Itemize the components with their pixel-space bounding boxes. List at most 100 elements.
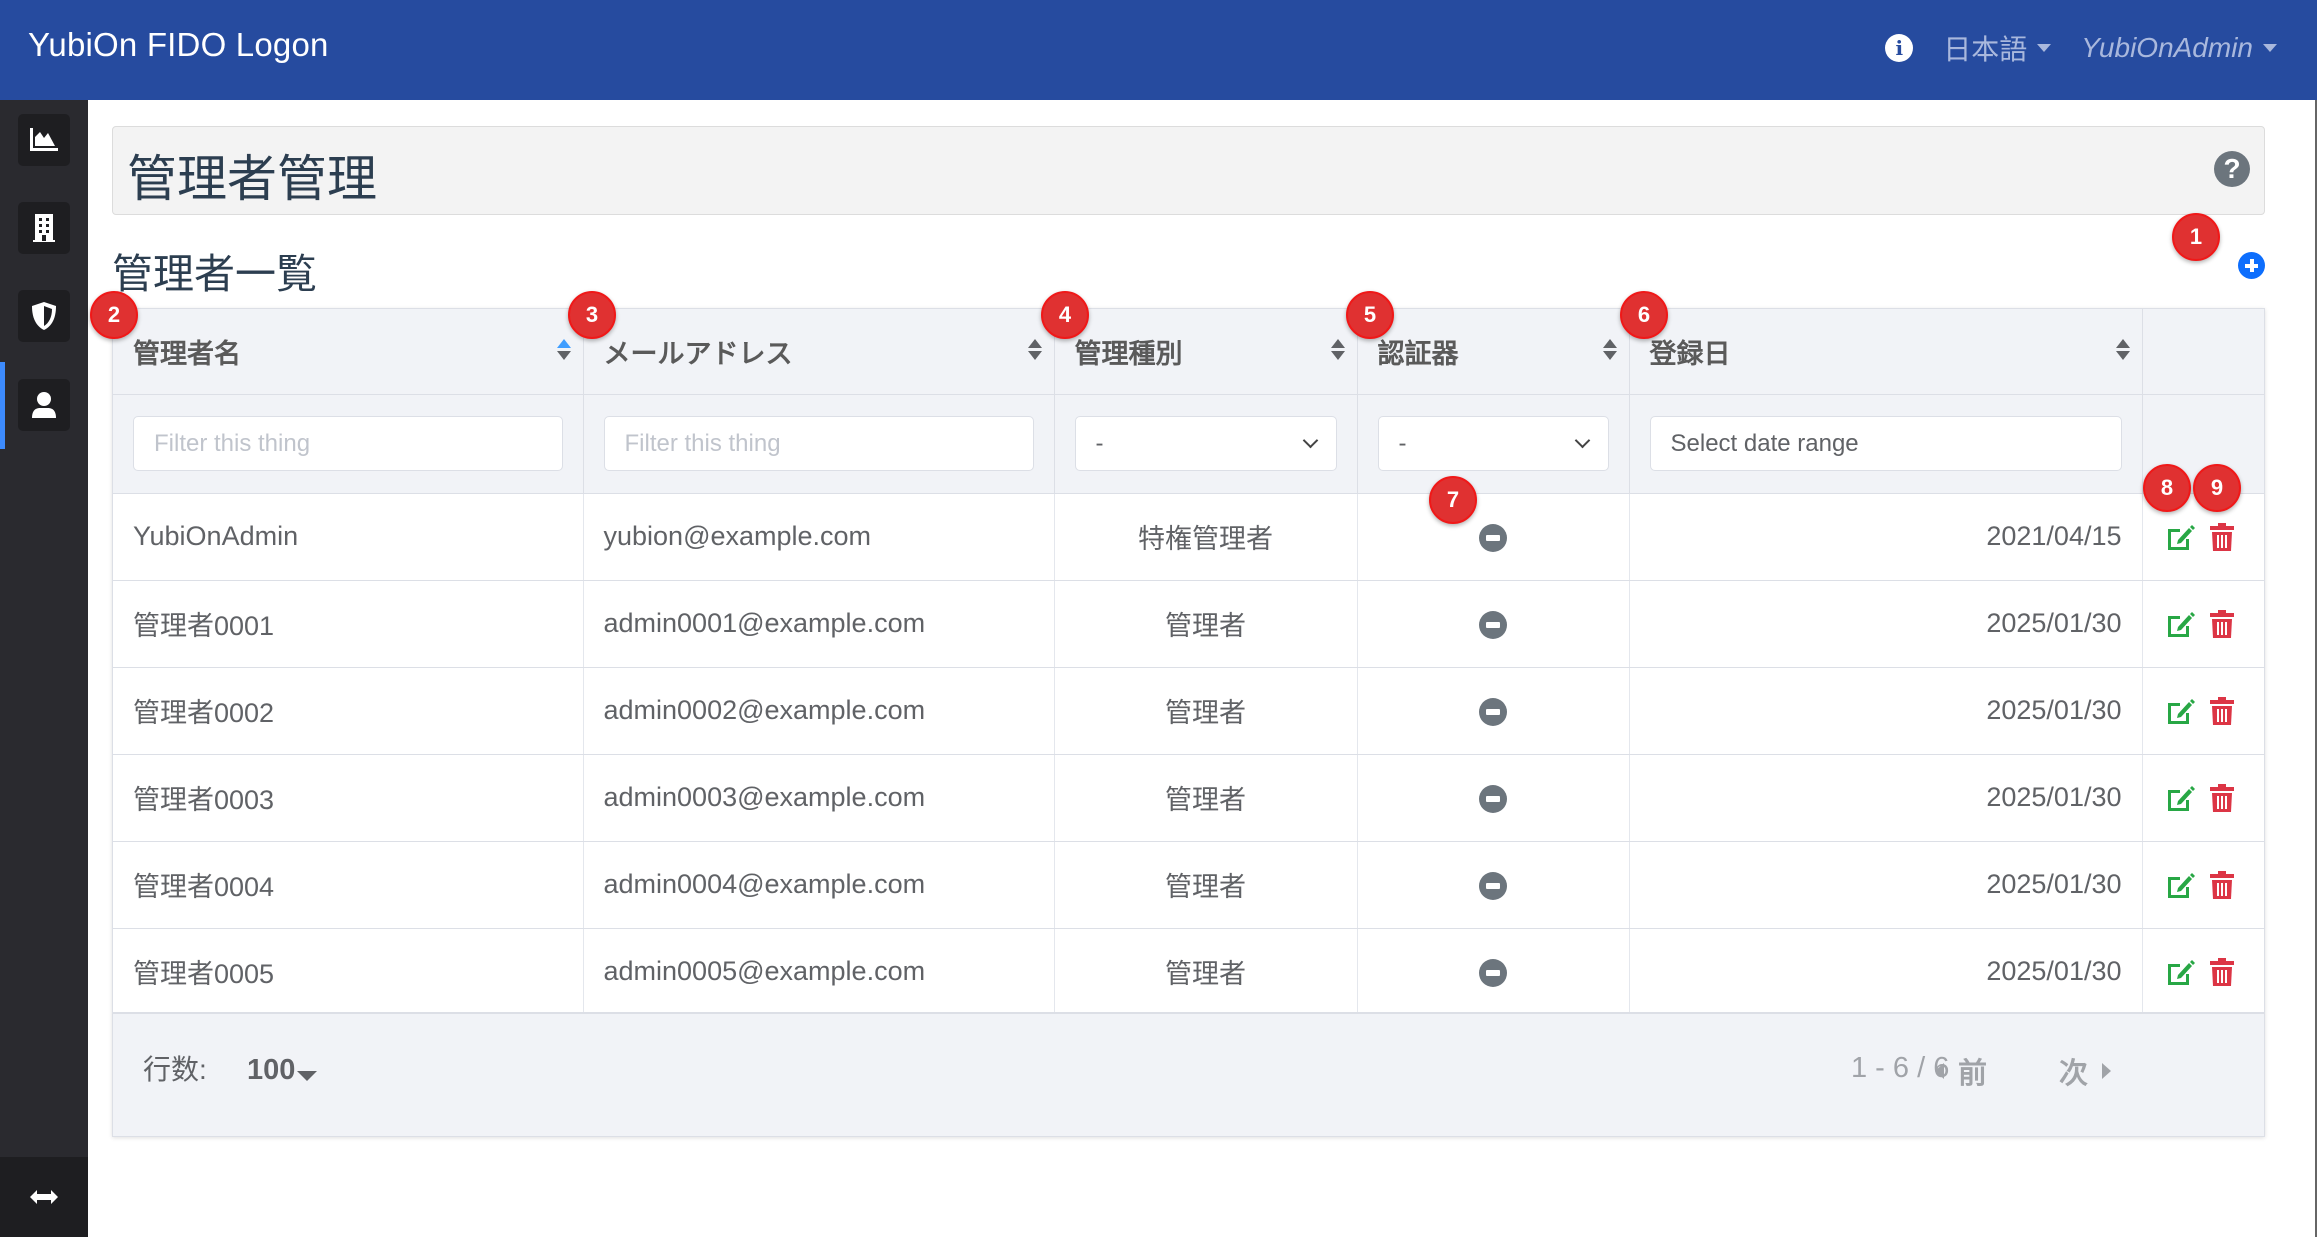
column-header-name[interactable]: 管理者名: [113, 309, 584, 395]
cell-registered-date: 2025/01/30: [1629, 580, 2143, 668]
sort-icon[interactable]: [1602, 339, 1617, 363]
cell-actions: [2142, 841, 2264, 929]
rows-per-page-label: 行数:: [143, 1054, 207, 1085]
chevron-down-icon: [1574, 432, 1590, 449]
language-label: 日本語: [1943, 34, 2028, 65]
edit-icon[interactable]: [2165, 870, 2195, 900]
edit-icon[interactable]: [2165, 609, 2195, 639]
cell-email: admin0001@example.com: [583, 580, 1055, 668]
prev-page-button[interactable]: 前: [1935, 1050, 1987, 1092]
caret-down-icon: [2263, 44, 2277, 52]
caret-right-icon: [2102, 1063, 2112, 1079]
cell-email: admin0005@example.com: [583, 928, 1055, 1016]
user-dropdown[interactable]: YubiOnAdmin: [2081, 32, 2277, 64]
minus-circle-icon: [1479, 697, 1507, 726]
trash-icon[interactable]: [2209, 783, 2235, 813]
add-admin-button[interactable]: [2238, 252, 2265, 279]
cell-admin-name: 管理者0003: [113, 754, 584, 842]
caret-left-icon: [1935, 1063, 1944, 1079]
cell-registered-date: 2025/01/30: [1629, 928, 2143, 1016]
annotation-badge: 7: [1429, 476, 1477, 524]
rows-per-page-value: 100: [247, 1054, 296, 1086]
trash-icon[interactable]: [2209, 609, 2235, 639]
cell-registered-date: 2025/01/30: [1629, 667, 2143, 755]
minus-circle-icon: [1479, 958, 1507, 987]
table-row: 管理者0001 admin0001@example.com 管理者 2025/01/3…: [113, 580, 2264, 668]
caret-down-icon: [297, 1071, 318, 1081]
cell-registered-date: 2021/04/15: [1629, 493, 2143, 581]
rows-per-page-select[interactable]: 100: [247, 1054, 318, 1087]
date-range-input[interactable]: [1649, 416, 2122, 471]
area-chart-icon: [30, 128, 58, 151]
cell-authenticator: [1357, 928, 1630, 1016]
sidebar-item-organization[interactable]: [18, 202, 70, 254]
column-label: メールアドレス: [603, 338, 793, 369]
language-dropdown[interactable]: 日本語: [1943, 28, 2052, 68]
minus-circle-icon: [1479, 871, 1507, 900]
building-icon: [33, 214, 55, 242]
cell-email: yubion@example.com: [583, 493, 1055, 581]
page-title: 管理者管理: [127, 151, 377, 207]
sidebar-toggle[interactable]: [0, 1157, 88, 1237]
brand-title[interactable]: YubiOn FIDO Logon: [28, 26, 329, 64]
cell-registered-date: 2025/01/30: [1629, 841, 2143, 929]
column-label: 登録日: [1649, 338, 1731, 369]
chevron-down-icon: [1302, 432, 1318, 449]
table-row: 管理者0005 admin0005@example.com 管理者 2025/01/3…: [113, 928, 2264, 1016]
annotation-badge: 3: [568, 291, 616, 339]
cell-actions: [2142, 580, 2264, 668]
column-header-actions: [2142, 309, 2264, 395]
sort-icon[interactable]: [1027, 339, 1042, 363]
cell-email: admin0004@example.com: [583, 841, 1055, 929]
edit-icon[interactable]: [2165, 783, 2195, 813]
column-label: 認証器: [1377, 338, 1459, 369]
name-filter-input[interactable]: [133, 416, 563, 471]
question-circle-icon[interactable]: ?: [2214, 151, 2250, 187]
table-row: YubiOnAdmin yubion@example.com 特権管理者 2021/0…: [113, 493, 2264, 581]
cell-admin-type: 管理者: [1054, 580, 1358, 668]
trash-icon[interactable]: [2209, 696, 2235, 726]
annotation-badge: 9: [2193, 464, 2241, 512]
info-circle-icon[interactable]: i: [1885, 34, 1914, 62]
annotation-badge: 4: [1041, 291, 1089, 339]
column-header-authenticator[interactable]: 認証器: [1357, 309, 1630, 395]
edit-icon[interactable]: [2165, 522, 2195, 552]
cell-admin-type: 管理者: [1054, 841, 1358, 929]
filter-row: - -: [113, 394, 2264, 494]
column-header-registered[interactable]: 登録日: [1629, 309, 2143, 395]
minus-circle-icon: [1479, 610, 1507, 639]
edit-icon[interactable]: [2165, 957, 2195, 987]
trash-icon[interactable]: [2209, 522, 2235, 552]
cell-authenticator: [1357, 493, 1630, 581]
sort-icon[interactable]: [556, 339, 571, 363]
cell-admin-name: 管理者0001: [113, 580, 584, 668]
cell-admin-name: 管理者0004: [113, 841, 584, 929]
edit-icon[interactable]: [2165, 696, 2195, 726]
sort-icon[interactable]: [1330, 339, 1345, 363]
annotation-badge: 2: [90, 291, 138, 339]
select-value: -: [1095, 429, 1104, 457]
next-label: 次: [2059, 1058, 2089, 1090]
admin-table: 管理者名 メールアドレス 管理種別 認証器 登録日 Filter this th…: [112, 308, 2265, 1137]
sort-icon[interactable]: [2115, 339, 2130, 363]
trash-icon[interactable]: [2209, 870, 2235, 900]
cell-actions: [2142, 928, 2264, 1016]
annotation-badge: 8: [2143, 464, 2191, 512]
authenticator-filter-select[interactable]: -: [1377, 416, 1609, 471]
annotation-badge: 5: [1346, 291, 1394, 339]
table-row: 管理者0002 admin0002@example.com 管理者 2025/01/3…: [113, 667, 2264, 755]
cell-actions: [2142, 667, 2264, 755]
email-filter-input[interactable]: [603, 416, 1034, 471]
column-header-email[interactable]: メールアドレス: [583, 309, 1055, 395]
main-content: 管理者管理 ? 管理者一覧 管理者名 メールアドレス 管理種別 認証器 登録日 …: [88, 100, 2317, 1237]
select-value: -: [1398, 429, 1407, 457]
cell-authenticator: [1357, 841, 1630, 929]
arrows-horizontal-icon: [30, 1190, 58, 1204]
column-header-type[interactable]: 管理種別: [1054, 309, 1358, 395]
next-page-button[interactable]: 次: [2059, 1050, 2112, 1092]
trash-icon[interactable]: [2209, 957, 2235, 987]
sidebar-item-dashboard[interactable]: [18, 114, 70, 166]
sidebar-item-administrators[interactable]: [18, 379, 70, 431]
type-filter-select[interactable]: -: [1074, 416, 1337, 471]
sidebar-item-security[interactable]: [18, 290, 70, 342]
